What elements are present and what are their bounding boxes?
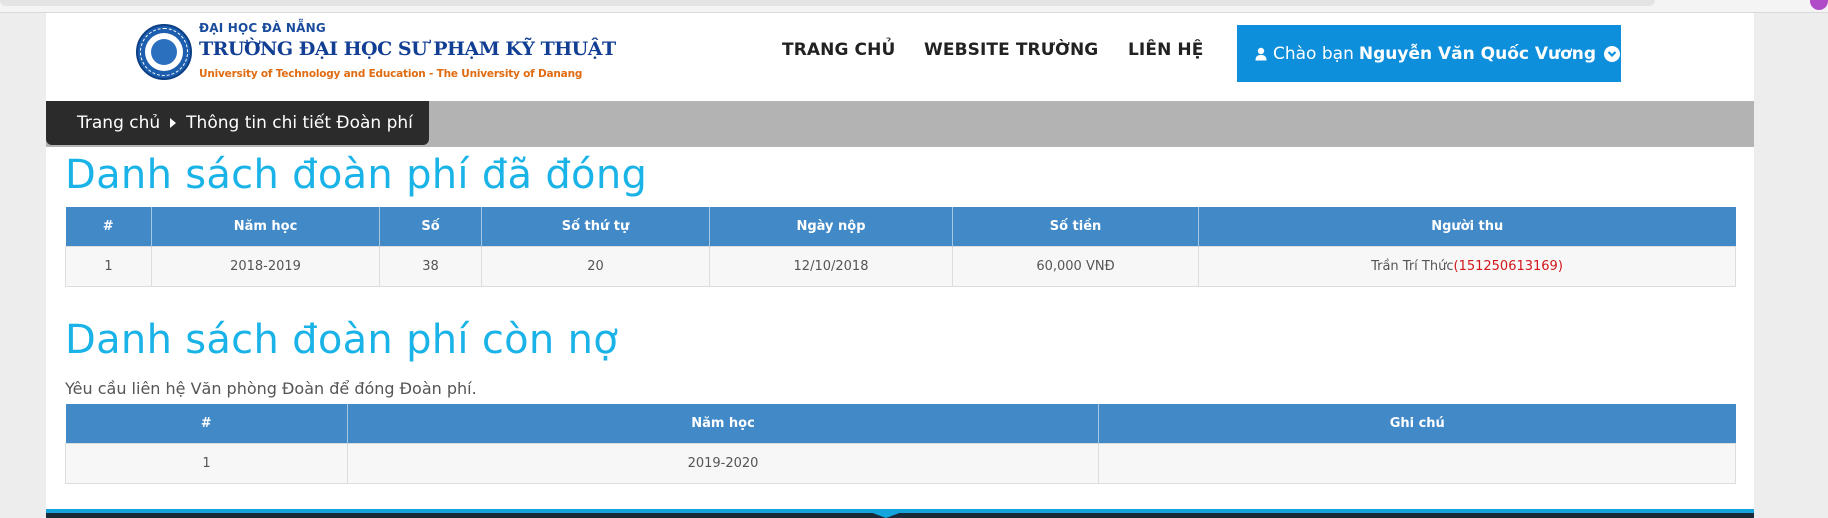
col-header-school-year[interactable]: Năm học	[151, 207, 380, 247]
cell-amount: 60,000 VNĐ	[952, 246, 1199, 287]
col-header-payment-date[interactable]: Ngày nộp	[709, 207, 953, 247]
profile-avatar[interactable]	[1810, 0, 1828, 10]
user-greeting: Chào bạn	[1273, 43, 1354, 64]
cell-order: 20	[481, 246, 710, 287]
owed-fees-note: Yêu cầu liên hệ Văn phòng Đoàn để đóng Đ…	[65, 379, 477, 398]
col-header-index[interactable]: #	[65, 207, 152, 247]
table-row: 1 2018-2019 38 20 12/10/2018 60,000 VNĐ …	[65, 246, 1736, 287]
user-name: Nguyễn Văn Quốc Vương	[1358, 43, 1597, 64]
owed-fees-title: Danh sách đoàn phí còn nợ	[65, 317, 619, 363]
university-logo-emblem[interactable]	[136, 24, 192, 80]
caret-right-icon	[170, 118, 177, 128]
logo-english-name: University of Technology and Education -…	[199, 68, 583, 80]
col-header-amount[interactable]: Số tiền	[952, 207, 1199, 247]
col-header-school-year[interactable]: Năm học	[347, 404, 1099, 444]
col-header-order[interactable]: Số thứ tự	[481, 207, 710, 247]
site-header: ĐẠI HỌC ĐÀ NẴNG TRƯỜNG ĐẠI HỌC SƯ PHẠM K…	[46, 13, 1754, 96]
breadcrumb: Trang chủ Thông tin chi tiết Đoàn phí	[46, 101, 429, 145]
nav-university-website[interactable]: WEBSITE TRƯỜNG	[924, 40, 1098, 60]
logo-parent-university: ĐẠI HỌC ĐÀ NẴNG	[199, 21, 326, 35]
paid-fees-title: Danh sách đoàn phí đã đóng	[65, 152, 648, 198]
logo-inner	[145, 33, 183, 71]
owed-fees-table: # Năm học Ghi chú 1 2019-2020	[65, 404, 1736, 484]
paid-fees-table: # Năm học Số Số thứ tự Ngày nộp Số tiền …	[65, 207, 1736, 287]
cell-note	[1098, 443, 1736, 484]
table-header-row: # Năm học Số Số thứ tự Ngày nộp Số tiền …	[65, 207, 1736, 247]
user-menu-button[interactable]: Chào bạn Nguyễn Văn Quốc Vương	[1237, 25, 1621, 82]
address-bar-edge	[0, 0, 1655, 6]
chevron-down-circle-icon	[1604, 45, 1621, 62]
browser-chrome-strip	[0, 0, 1828, 13]
logo-core	[151, 39, 177, 65]
breadcrumb-current: Thông tin chi tiết Đoàn phí	[186, 113, 413, 133]
cell-index: 1	[65, 443, 348, 484]
nav-contact[interactable]: LIÊN HỆ	[1128, 40, 1203, 60]
user-icon	[1255, 47, 1267, 60]
breadcrumb-home-link[interactable]: Trang chủ	[77, 113, 160, 133]
table-row: 1 2019-2020	[65, 443, 1736, 484]
nav-home[interactable]: TRANG CHỦ	[782, 40, 895, 60]
page: ĐẠI HỌC ĐÀ NẴNG TRƯỜNG ĐẠI HỌC SƯ PHẠM K…	[46, 13, 1754, 518]
cell-number: 38	[379, 246, 482, 287]
col-header-number[interactable]: Số	[379, 207, 482, 247]
footer-tab-notch	[862, 509, 910, 518]
site-footer-edge	[46, 509, 1754, 518]
cell-index: 1	[65, 246, 152, 287]
cell-school-year: 2019-2020	[347, 443, 1099, 484]
cell-collector: Trần Trí Thức(151250613169)	[1198, 246, 1736, 287]
col-header-collector[interactable]: Người thu	[1198, 207, 1736, 247]
collector-name: Trần Trí Thức	[1371, 259, 1454, 274]
col-header-index[interactable]: #	[65, 404, 348, 444]
col-header-note[interactable]: Ghi chú	[1098, 404, 1736, 444]
logo-university-name[interactable]: TRƯỜNG ĐẠI HỌC SƯ PHẠM KỸ THUẬT	[199, 38, 616, 60]
table-header-row: # Năm học Ghi chú	[65, 404, 1736, 444]
collector-id: (151250613169)	[1453, 259, 1563, 274]
cell-school-year: 2018-2019	[151, 246, 380, 287]
cell-payment-date: 12/10/2018	[709, 246, 953, 287]
